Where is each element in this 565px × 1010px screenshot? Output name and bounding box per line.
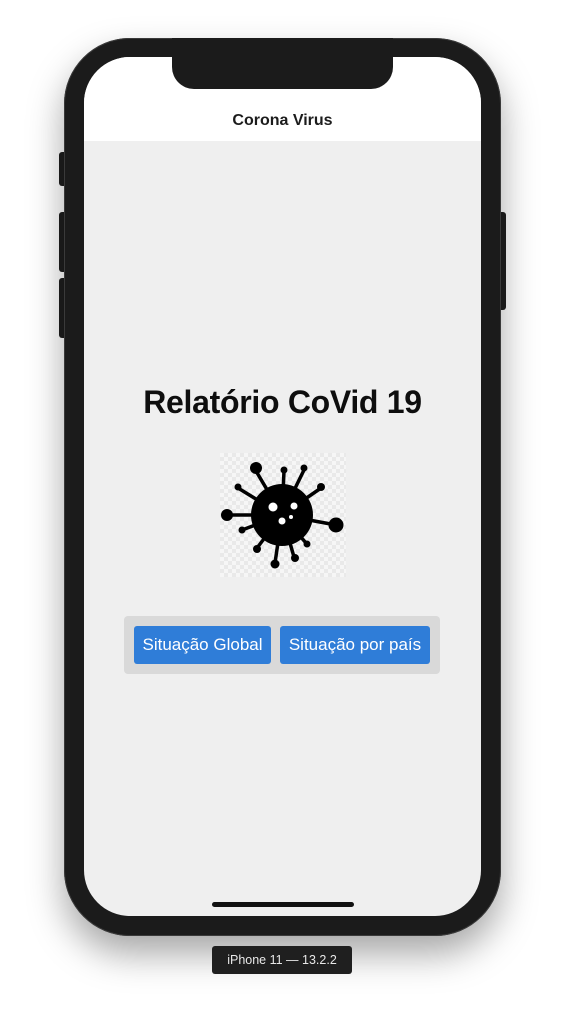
global-situation-button[interactable]: Situação Global [134, 626, 271, 664]
notch [172, 38, 393, 89]
home-indicator[interactable] [212, 902, 354, 907]
simulator-window: Corona Virus Relatório CoVid 19 Situação… [0, 0, 565, 1010]
app-screen: Corona Virus Relatório CoVid 19 Situação… [84, 57, 481, 916]
device-label: iPhone 11 — 13.2.2 [212, 946, 352, 974]
country-situation-button[interactable]: Situação por país [280, 626, 430, 664]
page-title: Relatório CoVid 19 [143, 384, 422, 420]
coronavirus-icon [220, 453, 346, 577]
button-group: Situação Global Situação por país [124, 616, 440, 674]
nav-title: Corona Virus [232, 112, 333, 129]
